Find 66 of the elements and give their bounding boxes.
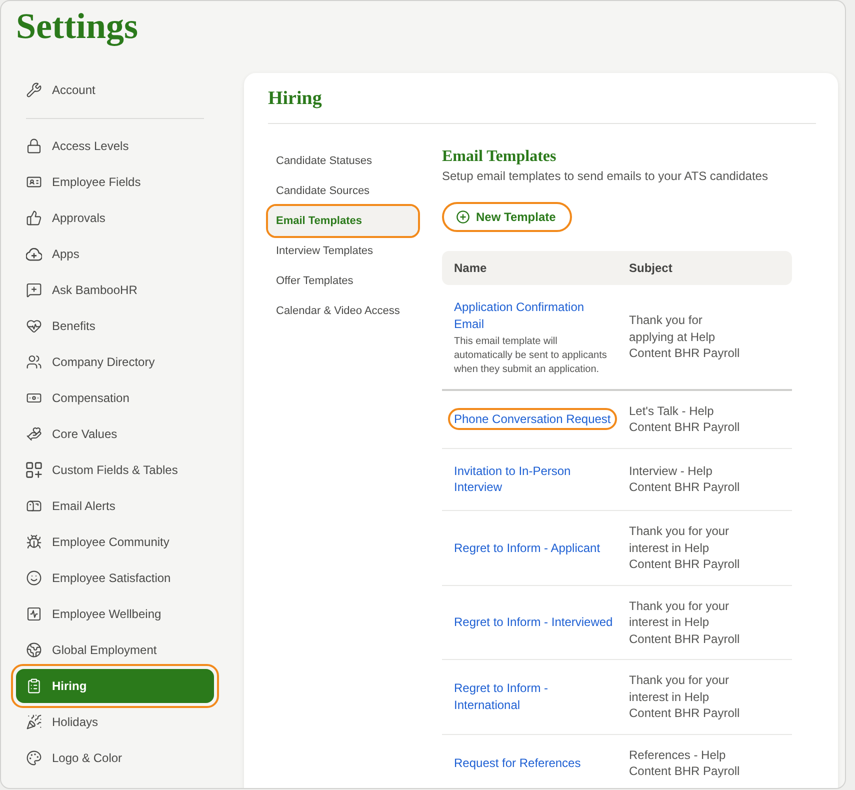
hand-heart-icon bbox=[26, 426, 42, 442]
grid-plus-icon bbox=[26, 462, 42, 478]
clipboard-icon bbox=[26, 678, 42, 694]
subnav-item[interactable]: Calendar & Video Access bbox=[268, 296, 418, 326]
thumbs-up-icon bbox=[26, 210, 42, 226]
page-title: Settings bbox=[16, 6, 138, 46]
table-cell: Thank you for applying at Help Content BHR Payroll bbox=[622, 285, 792, 390]
sidebar-item[interactable]: Compensation bbox=[16, 381, 214, 415]
sidebar-item[interactable]: Global Employment bbox=[16, 633, 214, 667]
template-link[interactable]: Regret to Inform - International bbox=[454, 680, 615, 713]
sidebar-item[interactable]: Employee Fields bbox=[16, 165, 214, 199]
sidebar-item[interactable]: Benefits bbox=[16, 309, 214, 343]
sidebar-item[interactable]: Custom Fields & Tables bbox=[16, 453, 214, 487]
template-link[interactable]: Invitation to In-Person Interview bbox=[454, 462, 615, 496]
pulse-square-icon bbox=[26, 606, 42, 622]
id-card-icon bbox=[26, 174, 42, 190]
section-title: Hiring bbox=[268, 87, 322, 111]
sidebar-item[interactable]: Employee Wellbeing bbox=[16, 597, 214, 631]
table-cell: Let's Talk - Help Content BHR Payroll bbox=[622, 390, 792, 448]
template-link[interactable]: Application Confirmation Email bbox=[454, 299, 615, 332]
content-title: Email Templates bbox=[442, 147, 556, 167]
people-icon bbox=[26, 354, 42, 370]
sidebar-item[interactable]: Employee Satisfaction bbox=[16, 561, 214, 595]
sidebar-item[interactable]: Account bbox=[16, 73, 214, 107]
chat-plus-icon bbox=[26, 282, 42, 298]
sidebar-item[interactable]: Approvals bbox=[16, 201, 214, 235]
template-description: This email template will automatically be sent to applicants when they submit an application. bbox=[454, 334, 608, 376]
column-header: Subject bbox=[622, 251, 792, 285]
table-cell: Thank you for your interest in Help Content BHR Payroll bbox=[622, 510, 792, 585]
table-cell: Interview - Help Content BHR Payroll bbox=[622, 448, 792, 510]
smile-icon bbox=[26, 570, 42, 586]
sidebar-item[interactable]: Apps bbox=[16, 237, 214, 271]
table-cell: Thank you for your interest in Help Content BHR Payroll bbox=[622, 585, 792, 660]
subnav-item[interactable]: Candidate Sources bbox=[268, 176, 418, 206]
sidebar-item[interactable]: Email Alerts bbox=[16, 489, 214, 523]
sidebar-item[interactable]: Ask BambooHR bbox=[16, 273, 214, 307]
wrench-icon bbox=[26, 82, 42, 98]
mailbox-icon bbox=[26, 498, 42, 514]
bug-icon bbox=[26, 534, 42, 550]
palette-icon bbox=[26, 750, 42, 766]
table-cell: Thank you for your interest in Help Content BHR Payroll bbox=[622, 660, 792, 734]
new-template-button[interactable]: New Template bbox=[442, 202, 572, 232]
sidebar-item[interactable]: Access Levels bbox=[16, 129, 214, 163]
subnav-item[interactable]: Interview Templates bbox=[268, 236, 418, 266]
content-subtitle: Setup email templates to send emails to your ATS candidates bbox=[442, 168, 769, 184]
plus-circle-icon bbox=[456, 210, 470, 224]
column-header: Name bbox=[442, 251, 622, 285]
table-cell: References - Help Content BHR Payroll bbox=[622, 734, 792, 788]
sidebar-item[interactable]: Company Directory bbox=[16, 345, 214, 379]
party-popper-icon bbox=[26, 714, 42, 730]
heart-pulse-icon bbox=[26, 318, 42, 334]
template-link[interactable]: Request for References bbox=[454, 755, 581, 772]
sidebar-item[interactable]: Employee Community bbox=[16, 525, 214, 559]
template-link[interactable]: Regret to Inform - Applicant bbox=[454, 540, 600, 556]
sidebar-item[interactable]: Core Values bbox=[16, 417, 214, 451]
lock-icon bbox=[26, 138, 42, 154]
sidebar-item[interactable]: Logo & Color bbox=[16, 741, 214, 775]
cloud-plus-icon bbox=[26, 248, 42, 260]
subnav-item[interactable]: Candidate Statuses bbox=[268, 146, 418, 176]
subnav-item[interactable]: Offer Templates bbox=[268, 266, 418, 296]
sidebar-item[interactable]: Hiring bbox=[16, 669, 214, 703]
sidebar-item[interactable]: Holidays bbox=[16, 705, 214, 739]
template-link[interactable]: Phone Conversation Request bbox=[454, 411, 611, 428]
subnav-item[interactable]: Email Templates bbox=[268, 206, 418, 236]
globe-icon bbox=[26, 642, 42, 658]
template-link[interactable]: Regret to Inform - Interviewed bbox=[454, 614, 613, 631]
